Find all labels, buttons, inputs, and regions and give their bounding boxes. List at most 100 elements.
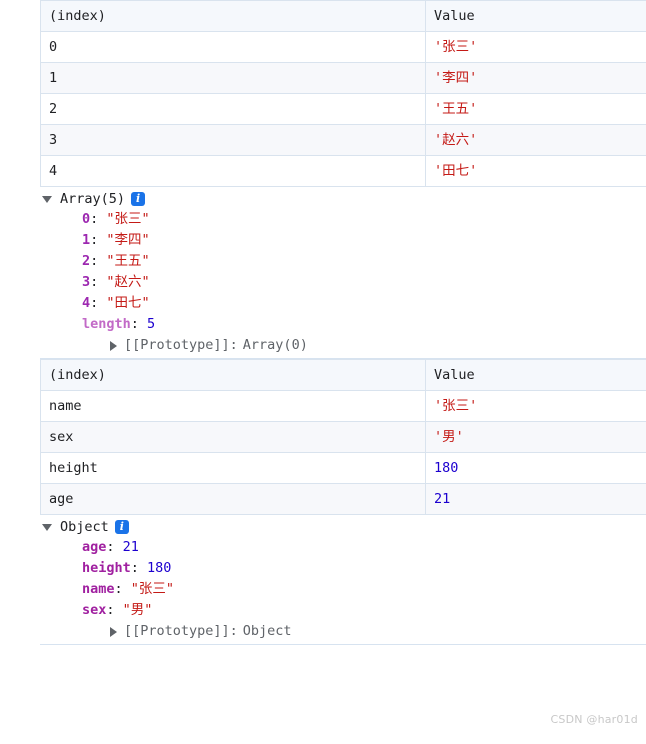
object-tree-property: 2: "王五" bbox=[82, 251, 646, 272]
devtools-console-panel: (index) Value 0 '张三' 1 '李四' 2 '王五' 3 '赵六' 4 '田七' Arr… bbox=[0, 0, 646, 744]
property-separator: : bbox=[130, 316, 148, 332]
table-cell-index: name bbox=[40, 390, 426, 422]
property-key: 4 bbox=[82, 295, 91, 311]
property-separator: : bbox=[106, 602, 123, 618]
object-tree-property: name: "张三" bbox=[82, 579, 646, 600]
table-header-row: (index) Value bbox=[40, 0, 646, 32]
table-row: 1 '李四' bbox=[40, 62, 646, 94]
triangle-down-icon[interactable] bbox=[42, 195, 52, 203]
property-value: "男" bbox=[122, 602, 153, 618]
property-key: 1 bbox=[82, 232, 91, 248]
property-separator: : bbox=[90, 253, 107, 269]
object-tree-properties: 0: "张三" 1: "李四" 2: "王五" 3: "赵六" 4: "田七" lengt… bbox=[40, 209, 646, 356]
console-table-wrapper: (index) Value name '张三' sex '男' height 180 age 21 bbox=[40, 359, 646, 515]
table-cell-value: '赵六' bbox=[425, 124, 646, 156]
property-value: 5 bbox=[147, 316, 156, 332]
property-key: 2 bbox=[82, 253, 91, 269]
object-tree-property: 1: "李四" bbox=[82, 230, 646, 251]
property-key: 3 bbox=[82, 274, 91, 290]
object-tree-header[interactable]: Object i bbox=[40, 517, 646, 537]
table-head: (index) Value bbox=[40, 359, 646, 391]
value-token: '王五' bbox=[434, 101, 478, 117]
table-row: height 180 bbox=[40, 452, 646, 484]
table-column-header[interactable]: Value bbox=[425, 359, 646, 391]
object-tree-label: Object bbox=[60, 519, 109, 535]
table-cell-index: 2 bbox=[40, 93, 426, 125]
property-separator: : bbox=[90, 232, 107, 248]
property-separator: : bbox=[90, 274, 107, 290]
prototype-label: [[Prototype]]: bbox=[124, 337, 238, 353]
table-row: 0 '张三' bbox=[40, 31, 646, 63]
table-row: 4 '田七' bbox=[40, 155, 646, 187]
table-row: name '张三' bbox=[40, 390, 646, 422]
triangle-down-icon[interactable] bbox=[42, 523, 52, 531]
triangle-right-icon[interactable] bbox=[110, 626, 117, 637]
table-cell-value: 21 bbox=[425, 483, 646, 515]
property-value: "田七" bbox=[106, 295, 150, 311]
info-icon[interactable]: i bbox=[114, 520, 129, 534]
triangle-right-icon[interactable] bbox=[110, 340, 117, 351]
object-tree-header[interactable]: Array(5) i bbox=[40, 189, 646, 209]
value-token: '田七' bbox=[434, 163, 478, 179]
table-cell-value: '田七' bbox=[425, 155, 646, 187]
table-head: (index) Value bbox=[40, 0, 646, 32]
value-token: '男' bbox=[434, 429, 464, 445]
table-header-row: (index) Value bbox=[40, 359, 646, 391]
property-separator: : bbox=[90, 211, 107, 227]
table-row: age 21 bbox=[40, 483, 646, 515]
info-icon[interactable]: i bbox=[131, 192, 146, 206]
table-cell-value: '男' bbox=[425, 421, 646, 453]
table-cell-index: 0 bbox=[40, 31, 426, 63]
object-tree: Object i age: 21 height: 180 name: "张三" sex: … bbox=[40, 515, 646, 644]
table-cell-index: 4 bbox=[40, 155, 426, 187]
object-tree-property: height: 180 bbox=[82, 558, 646, 579]
prototype-label: [[Prototype]]: bbox=[124, 623, 238, 639]
property-separator: : bbox=[106, 539, 123, 555]
console-table: (index) Value name '张三' sex '男' height 180 age 21 bbox=[40, 359, 646, 515]
property-separator: : bbox=[114, 581, 131, 597]
value-token: 21 bbox=[434, 491, 451, 507]
table-cell-value: '李四' bbox=[425, 62, 646, 94]
object-tree-label: Array(5) bbox=[60, 191, 126, 207]
prototype-row[interactable]: [[Prototype]]: Object bbox=[82, 621, 646, 642]
prototype-value: Object bbox=[242, 623, 292, 639]
table-cell-index: 1 bbox=[40, 62, 426, 94]
object-tree-property: age: 21 bbox=[82, 537, 646, 558]
object-tree-property: 0: "张三" bbox=[82, 209, 646, 230]
property-value: "王五" bbox=[106, 253, 150, 269]
table-column-header[interactable]: (index) bbox=[40, 359, 426, 391]
table-body: name '张三' sex '男' height 180 age 21 bbox=[40, 390, 646, 515]
console-table-wrapper: (index) Value 0 '张三' 1 '李四' 2 '王五' 3 '赵六' 4 '田七' bbox=[40, 0, 646, 187]
property-key: age bbox=[82, 539, 107, 555]
property-value: "张三" bbox=[130, 581, 175, 597]
prototype-value: Array(0) bbox=[242, 337, 308, 353]
table-row: 2 '王五' bbox=[40, 93, 646, 125]
table-cell-index: sex bbox=[40, 421, 426, 453]
console-message: (index) Value name '张三' sex '男' height 180 age 21… bbox=[0, 359, 646, 644]
value-token: '赵六' bbox=[434, 132, 478, 148]
object-tree-property: 3: "赵六" bbox=[82, 272, 646, 293]
object-tree-properties: age: 21 height: 180 name: "张三" sex: "男" [[Pr… bbox=[40, 537, 646, 642]
watermark-label: CSDN @har01d bbox=[550, 713, 638, 726]
table-row: 3 '赵六' bbox=[40, 124, 646, 156]
table-cell-value: 180 bbox=[425, 452, 646, 484]
property-value: "张三" bbox=[106, 211, 150, 227]
value-token: '李四' bbox=[434, 70, 478, 86]
property-value: 21 bbox=[122, 539, 139, 555]
property-separator: : bbox=[130, 560, 148, 576]
property-key: height bbox=[82, 560, 131, 576]
property-separator: : bbox=[90, 295, 107, 311]
property-key: 0 bbox=[82, 211, 91, 227]
table-cell-value: '张三' bbox=[425, 390, 646, 422]
table-column-header[interactable]: (index) bbox=[40, 0, 426, 32]
property-key: length bbox=[82, 316, 131, 332]
object-tree: Array(5) i 0: "张三" 1: "李四" 2: "王五" 3: "赵六" 4: … bbox=[40, 187, 646, 358]
table-column-header[interactable]: Value bbox=[425, 0, 646, 32]
prototype-row[interactable]: [[Prototype]]: Array(0) bbox=[82, 335, 646, 356]
property-key: name bbox=[82, 581, 115, 597]
property-value: 180 bbox=[147, 560, 172, 576]
property-value: "李四" bbox=[106, 232, 150, 248]
table-cell-index: 3 bbox=[40, 124, 426, 156]
table-row: sex '男' bbox=[40, 421, 646, 453]
table-cell-value: '张三' bbox=[425, 31, 646, 63]
